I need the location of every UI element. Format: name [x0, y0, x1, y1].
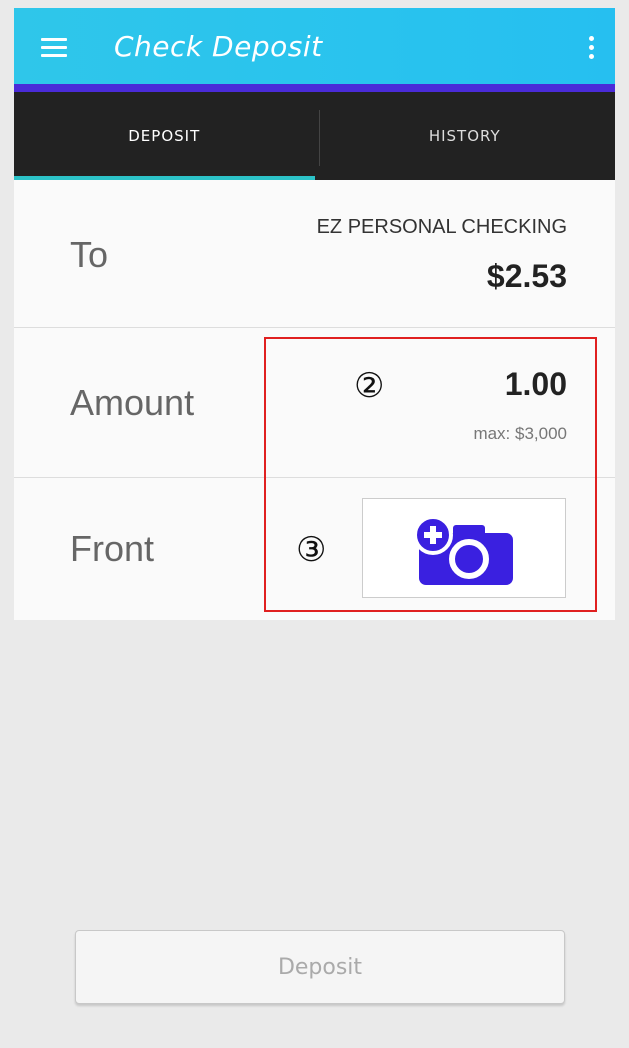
amount-label: Amount	[70, 382, 195, 423]
tab-bar: DEPOSIT HISTORY	[14, 92, 615, 180]
front-label: Front	[70, 528, 155, 569]
to-label: To	[70, 234, 109, 275]
annotation-highlight-box	[264, 337, 597, 612]
app-bar: Check Deposit	[14, 8, 615, 92]
account-balance: $2.53	[486, 258, 567, 294]
tab-divider	[319, 110, 320, 166]
deposit-button[interactable]: Deposit	[75, 930, 565, 1004]
tab-history[interactable]: HISTORY	[315, 92, 616, 180]
hamburger-menu-icon[interactable]	[41, 38, 67, 58]
app-title: Check Deposit	[114, 30, 323, 63]
account-name: EZ PERSONAL CHECKING	[316, 216, 567, 238]
tab-deposit[interactable]: DEPOSIT	[14, 92, 315, 180]
to-row[interactable]: To EZ PERSONAL CHECKING $2.53	[14, 180, 615, 328]
overflow-menu-icon[interactable]	[589, 36, 595, 62]
